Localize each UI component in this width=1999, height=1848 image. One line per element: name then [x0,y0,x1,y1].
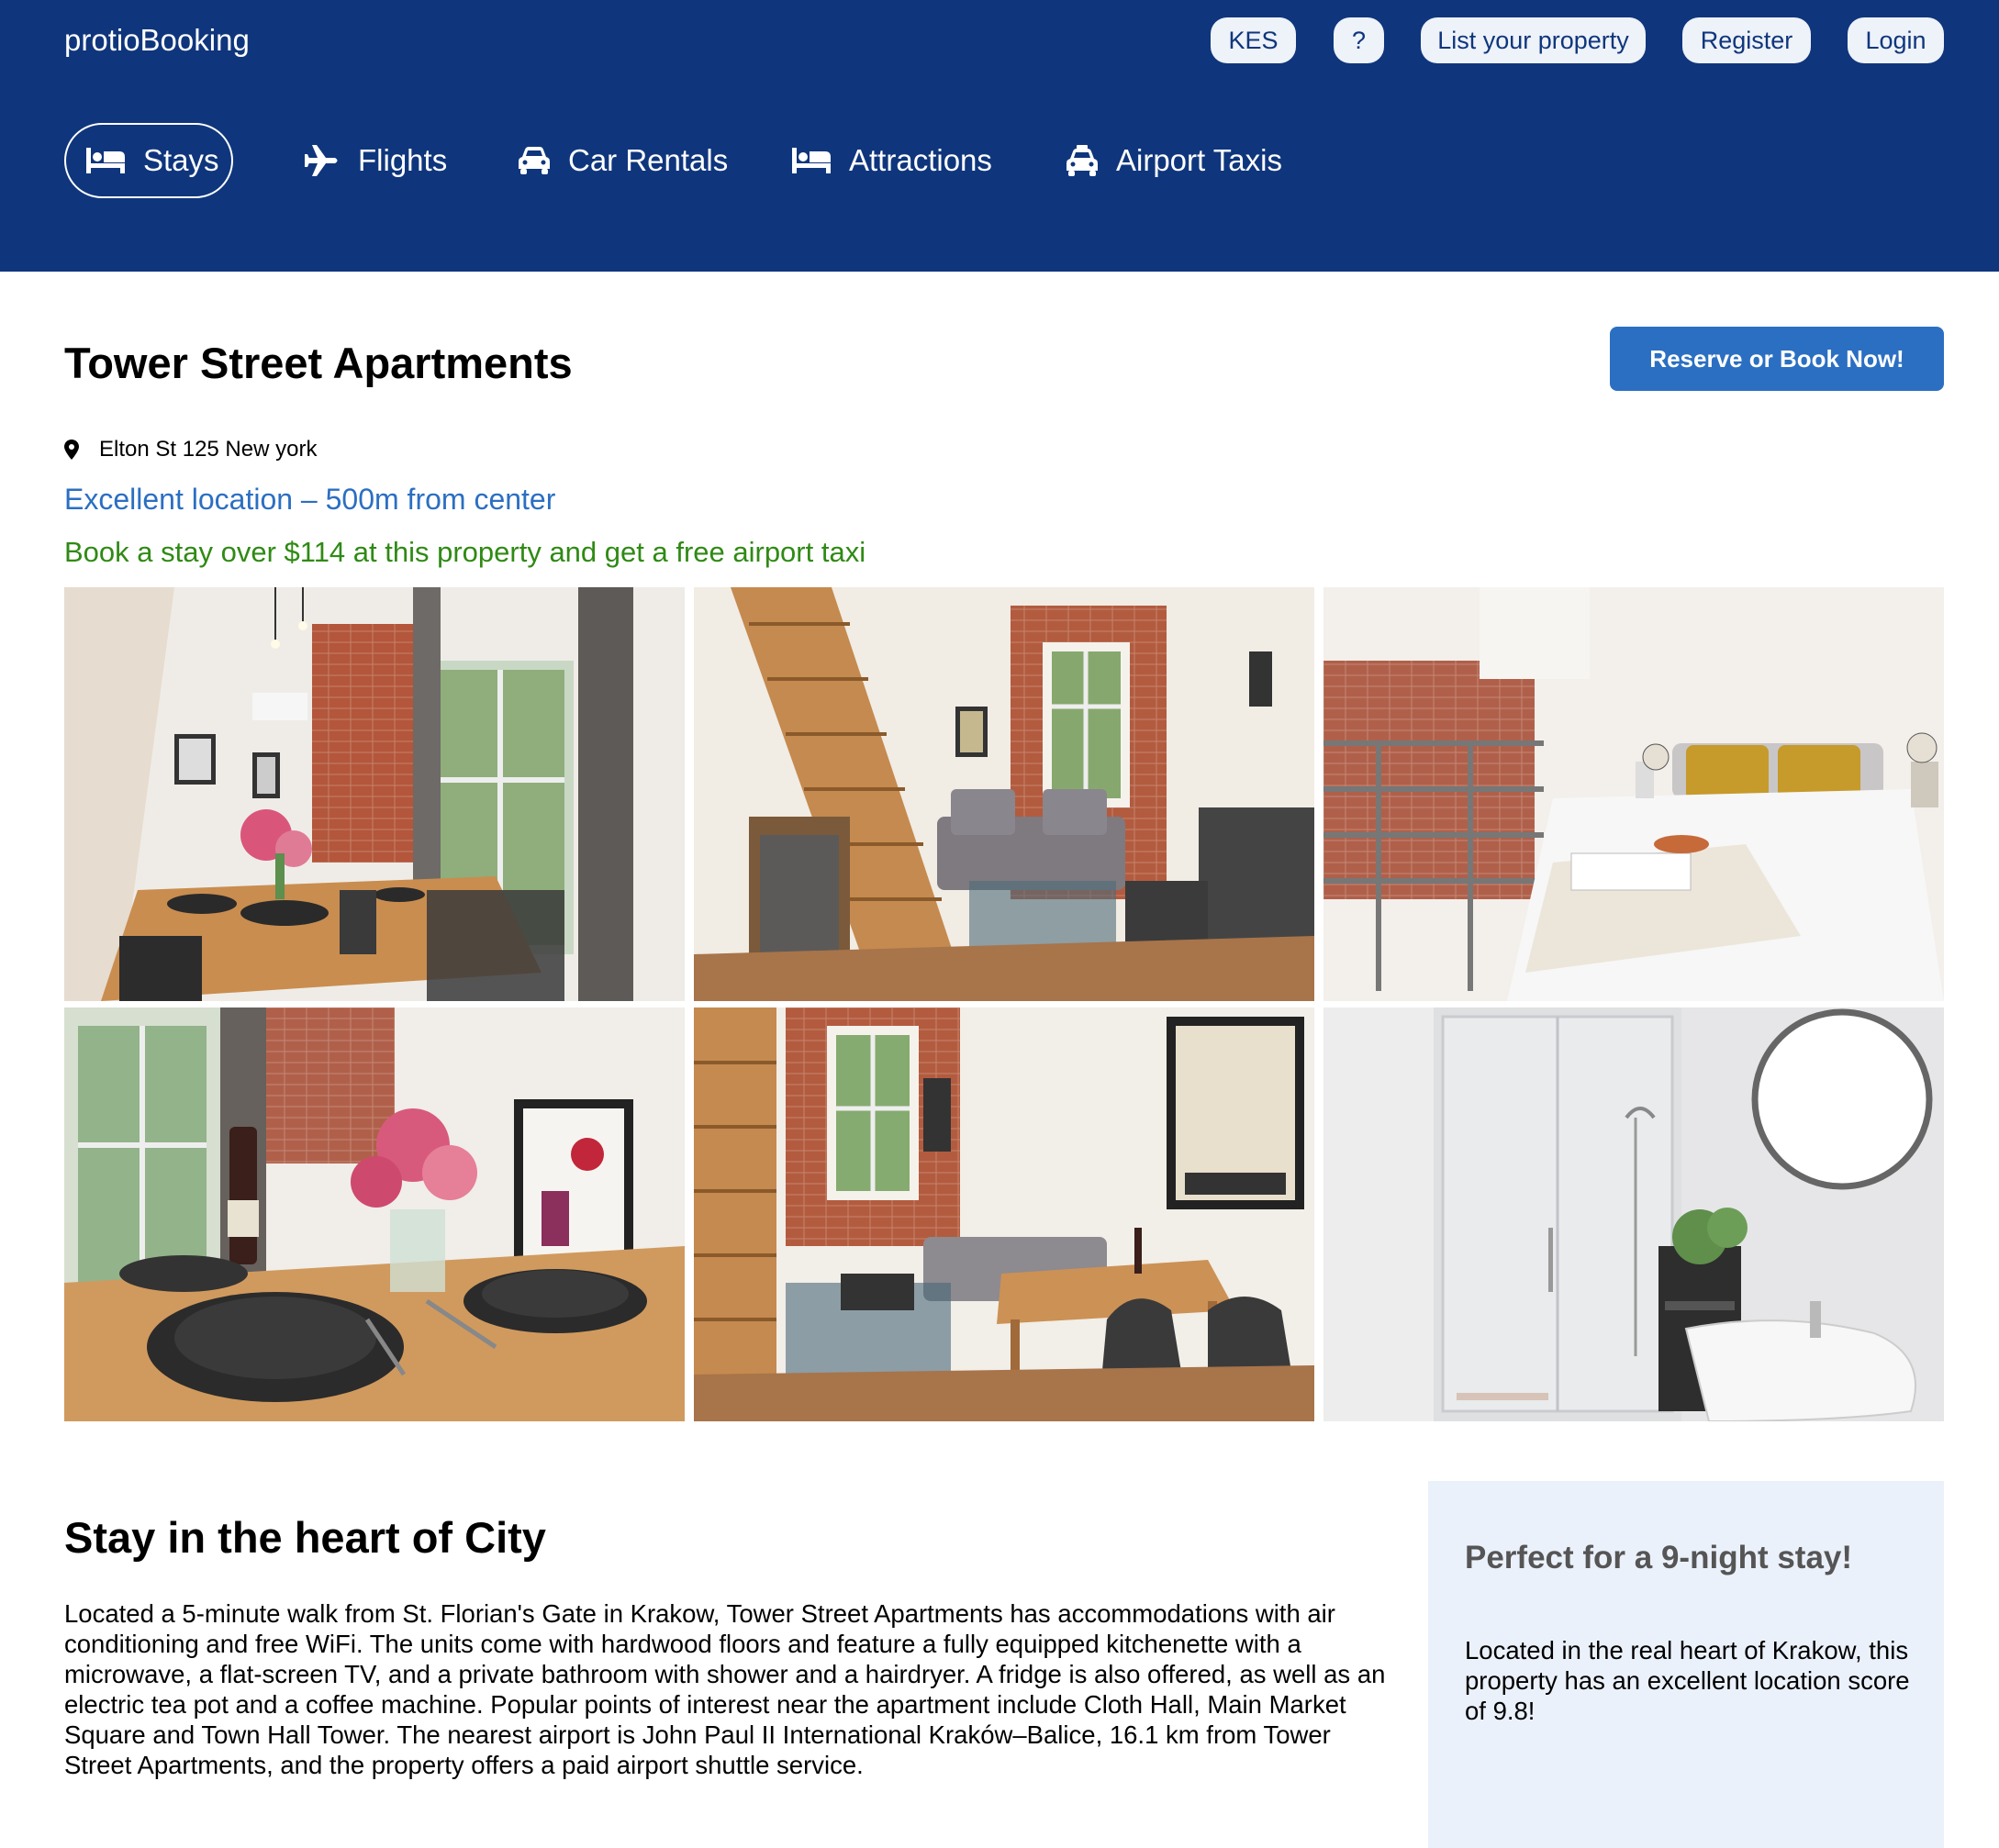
details-text: Located a 5-minute walk from St. Florian… [64,1599,1386,1779]
login-button[interactable]: Login [1848,17,1944,63]
site-logo[interactable]: protioBooking [64,22,250,59]
top-header: protioBooking KES ? List your property R… [0,0,1999,272]
currency-button[interactable]: KES [1211,17,1296,63]
bed-icon [792,148,831,173]
nav-item-stays[interactable]: Stays [64,123,233,198]
bathroom-photo[interactable] [1323,1007,1944,1421]
stay-highlight-panel: Perfect for a 9-night stay! Located in t… [1428,1481,1944,1848]
nav-item-airport-taxis[interactable]: Airport Taxis [1067,123,1282,198]
help-button[interactable]: ? [1334,17,1384,63]
taxi-offer-text: Book a stay over $114 at this property a… [64,536,866,568]
stay-highlight-text: Located in the real heart of Krakow, thi… [1465,1636,1910,1725]
address-text: Elton St 125 New york [99,437,318,462]
property-title: Tower Street Apartments [64,339,573,387]
stay-highlight-title: Perfect for a 9-night stay! [1465,1540,1853,1575]
car-icon [519,147,550,174]
nav-label: Stays [143,143,219,177]
dining-room-photo[interactable] [64,587,685,1001]
living-room-stairs-photo[interactable] [694,587,1314,1001]
details-title: Stay in the heart of City [64,1513,546,1562]
location-highlight: Excellent location – 500m from center [64,483,556,516]
nav-label: Flights [358,143,448,177]
nav-label: Airport Taxis [1116,143,1282,177]
reserve-button[interactable]: Reserve or Book Now! [1610,327,1944,391]
nav-label: Car Rentals [568,143,729,177]
nav-item-attractions[interactable]: Attractions [792,123,992,198]
bed-icon [86,148,125,173]
plane-icon [305,145,340,176]
nav-item-flights[interactable]: Flights [305,123,447,198]
property-address: Elton St 125 New york [64,435,317,464]
living-dining-area-photo[interactable] [694,1007,1314,1421]
dining-table-closeup-photo[interactable] [64,1007,685,1421]
register-button[interactable]: Register [1682,17,1811,63]
taxi-icon [1067,145,1098,176]
location-pin-icon [64,440,79,460]
nav-label: Attractions [849,143,992,177]
list-property-button[interactable]: List your property [1421,17,1646,63]
nav-item-car-rentals[interactable]: Car Rentals [519,123,728,198]
bedroom-photo[interactable] [1323,587,1944,1001]
